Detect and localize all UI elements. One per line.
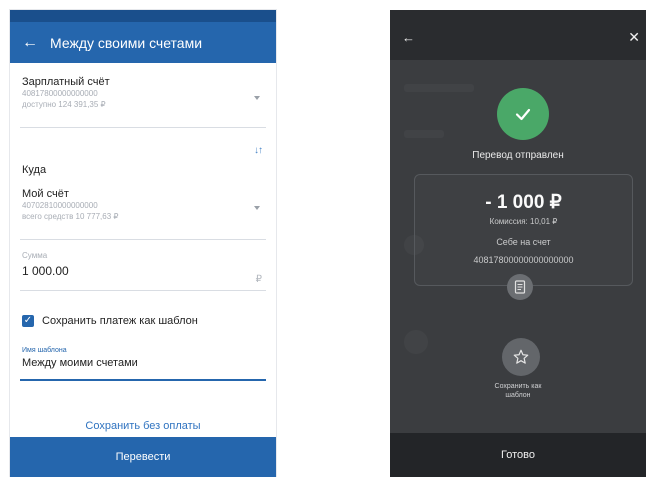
template-name-label: Имя шаблона <box>22 347 67 354</box>
save-without-payment-button[interactable]: Сохранить без оплаты <box>10 420 276 432</box>
template-name-field[interactable]: Имя шаблона Между моими счетами <box>10 347 276 381</box>
background-overlay-shape <box>404 130 444 138</box>
app-header: ← Между своими счетами <box>10 22 276 63</box>
to-section-label: Куда <box>22 164 47 176</box>
from-account-balance: доступно 124 391,35 ₽ <box>22 100 106 109</box>
top-bar: ← ✕ <box>390 10 646 60</box>
input-underline <box>20 379 266 381</box>
transfer-form-screen: ← Между своими счетами Зарплатный счёт 4… <box>10 10 276 477</box>
page-title: Между своими счетами <box>50 34 203 51</box>
save-as-template-caption[interactable]: Сохранить как шаблон <box>390 382 646 400</box>
amount-value[interactable]: 1 000.00 <box>22 264 264 278</box>
destination-account-number: 40817800000000000000 <box>473 255 574 265</box>
back-arrow-icon[interactable]: ← <box>10 34 50 52</box>
transfer-amount: - 1 000 ₽ <box>485 192 562 213</box>
chevron-down-icon[interactable] <box>254 96 260 100</box>
amount-field[interactable]: Сумма 1 000.00 ₽ <box>10 251 276 291</box>
amount-label: Сумма <box>22 251 48 260</box>
from-account-name: Зарплатный счёт <box>22 76 110 88</box>
from-account-select[interactable]: Зарплатный счёт 40817800000000000 доступ… <box>10 76 276 128</box>
ruble-icon: ₽ <box>255 274 262 285</box>
done-button[interactable]: Готово <box>390 433 646 477</box>
divider <box>20 290 266 291</box>
to-account-number: 40702810000000000 <box>22 201 98 210</box>
close-icon[interactable]: ✕ <box>628 29 640 46</box>
success-check-icon <box>497 88 549 140</box>
receipt-icon[interactable] <box>507 274 533 300</box>
caption-line-2: шаблон <box>505 392 531 399</box>
to-account-balance: всего средств 10 777,63 ₽ <box>22 212 119 221</box>
divider <box>20 127 266 128</box>
to-account-name: Мой счёт <box>22 188 69 200</box>
transfer-success-screen: ← ✕ Перевод отправлен - 1 000 ₽ Комиссия… <box>390 10 646 477</box>
from-account-number: 40817800000000000 <box>22 89 98 98</box>
star-icon[interactable] <box>502 338 540 376</box>
chevron-down-icon[interactable] <box>254 206 260 210</box>
checkbox-checked-icon[interactable]: ✓ <box>22 315 34 327</box>
caption-line-1: Сохранить как <box>494 383 542 390</box>
transfer-summary-card: - 1 000 ₽ Комиссия: 10,01 ₽ Себе на счет… <box>414 174 633 286</box>
to-account-select[interactable]: Мой счёт 40702810000000000 всего средств… <box>10 188 276 240</box>
template-name-input[interactable]: Между моими счетами <box>22 357 264 369</box>
save-template-label: Сохранить платеж как шаблон <box>42 315 198 327</box>
status-bar <box>10 10 276 22</box>
divider <box>20 239 266 240</box>
transfer-status-title: Перевод отправлен <box>472 150 564 161</box>
back-arrow-icon[interactable]: ← <box>402 30 415 45</box>
save-template-checkbox-row[interactable]: ✓ Сохранить платеж как шаблон <box>22 315 198 327</box>
transfer-button[interactable]: Перевести <box>10 437 276 477</box>
destination-text: Себе на счет <box>496 237 551 247</box>
background-overlay-shape <box>404 84 474 92</box>
commission-text: Комиссия: 10,01 ₽ <box>489 217 558 226</box>
background-overlay-shape <box>404 330 428 354</box>
swap-arrows-icon[interactable]: ↓↑ <box>254 145 263 156</box>
